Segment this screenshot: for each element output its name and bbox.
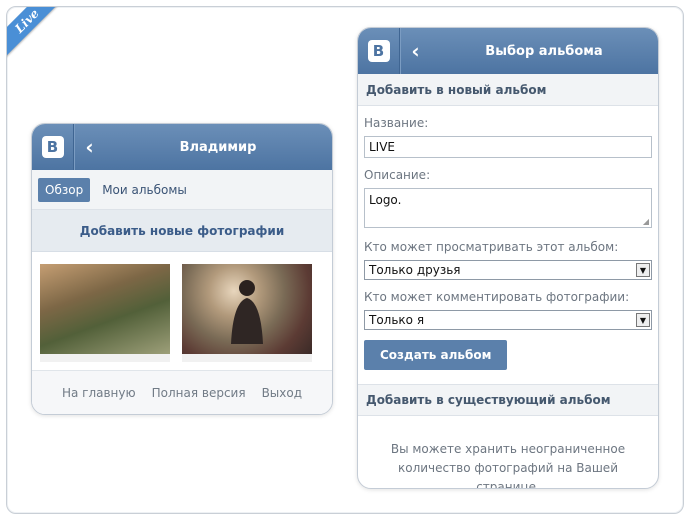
footer-link-logout[interactable]: Выход xyxy=(262,386,302,400)
triangle-down-icon: ▼ xyxy=(636,313,650,327)
resize-grip-icon[interactable]: ◢ xyxy=(643,217,649,226)
chevron-left-icon: ‹ xyxy=(411,39,420,63)
back-button[interactable]: ‹ xyxy=(74,124,104,170)
triangle-down-icon: ▼ xyxy=(636,263,650,277)
comment-privacy-value: Только я xyxy=(369,313,425,327)
album-name-input[interactable]: LIVE xyxy=(364,136,652,158)
tab-overview[interactable]: Обзор xyxy=(38,177,91,202)
name-label: Название: xyxy=(364,116,429,130)
photo-grid xyxy=(32,252,332,370)
footer-link-home[interactable]: На главную xyxy=(62,386,136,400)
new-album-form: Название: LIVE Описание: Logo. ◢ Кто мож… xyxy=(358,106,658,380)
section-header-existing-album[interactable]: Добавить в существующий альбом xyxy=(358,384,658,416)
add-photos-button[interactable]: Добавить новые фотографии xyxy=(32,210,332,252)
vk-logo[interactable]: В xyxy=(32,124,74,170)
person-silhouette-icon xyxy=(231,280,263,344)
phone-album-select: В ‹ Выбор альбома Добавить в новый альбо… xyxy=(357,27,659,489)
create-album-button[interactable]: Создать альбом xyxy=(364,340,508,370)
live-badge: Live xyxy=(7,7,64,58)
photo-thumbnail[interactable] xyxy=(40,264,170,362)
chevron-left-icon: ‹ xyxy=(85,135,94,159)
description-label: Описание: xyxy=(364,168,431,182)
vk-logo-icon: В xyxy=(41,136,64,158)
view-privacy-select[interactable]: Только друзья ▼ xyxy=(364,260,652,280)
description-value: Logo. xyxy=(369,193,402,207)
header-bar: В ‹ Владимир xyxy=(32,124,332,170)
album-description-input[interactable]: Logo. ◢ xyxy=(364,188,652,228)
view-privacy-value: Только друзья xyxy=(369,263,461,277)
comment-privacy-label: Кто может комментировать фотографии: xyxy=(364,290,630,304)
vk-logo[interactable]: В xyxy=(358,28,400,74)
tab-bar: Обзор Мои альбомы xyxy=(32,170,332,210)
showcase-frame: Live В ‹ Владимир Обзор Мои альбомы Доба… xyxy=(6,6,684,514)
photo-thumbnail[interactable] xyxy=(182,264,312,362)
tab-my-albums[interactable]: Мои альбомы xyxy=(102,183,187,197)
header-bar: В ‹ Выбор альбома xyxy=(358,28,658,74)
vk-logo-icon: В xyxy=(367,40,390,62)
page-title: Выбор альбома xyxy=(485,43,603,59)
page-title: Владимир xyxy=(179,139,257,155)
section-header-new-album: Добавить в новый альбом xyxy=(358,74,658,106)
phone-profile: В ‹ Владимир Обзор Мои альбомы Добавить … xyxy=(31,123,333,415)
footer-links: На главную Полная версия Выход xyxy=(32,370,332,414)
storage-note: Вы можете хранить неограниченное количес… xyxy=(390,442,626,489)
footer-link-full-version[interactable]: Полная версия xyxy=(152,386,246,400)
view-privacy-label: Кто может просматривать этот альбом: xyxy=(364,240,619,254)
back-button[interactable]: ‹ xyxy=(400,28,430,74)
comment-privacy-select[interactable]: Только я ▼ xyxy=(364,310,652,330)
